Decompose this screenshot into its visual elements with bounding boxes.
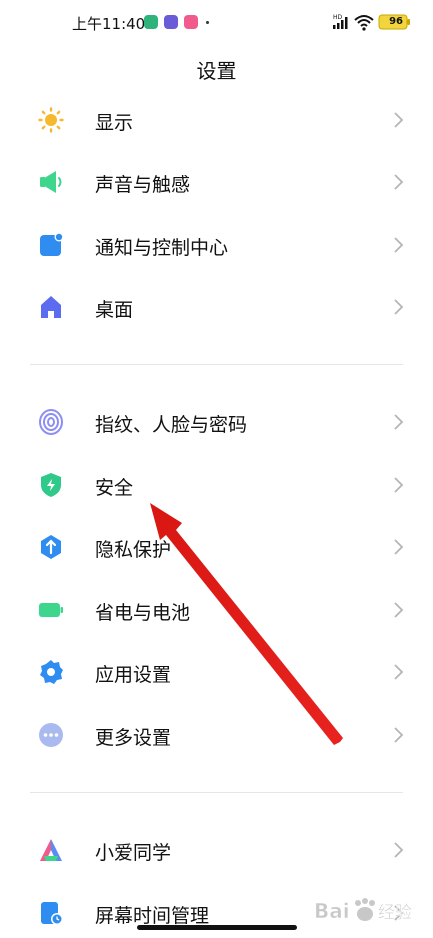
chevron-right-icon [394, 477, 404, 493]
chevron-right-icon [394, 842, 404, 858]
more-notifications-dot [206, 21, 209, 24]
settings-item-label: 省电与电池 [95, 602, 191, 624]
chevron-right-icon [394, 664, 404, 680]
status-time: 上午11:40 [72, 15, 146, 33]
settings-item-label: 小爱同学 [95, 842, 172, 864]
chevron-right-icon [394, 727, 404, 743]
svg-text:HD: HD [333, 14, 343, 21]
settings-item-more-settings[interactable]: 更多设置 [0, 706, 433, 764]
notification-app-icon [164, 15, 178, 29]
notification-app-icon [144, 15, 158, 29]
chevron-right-icon [394, 414, 404, 430]
speaker-icon [40, 171, 62, 193]
chevron-right-icon [394, 174, 404, 190]
settings-item-fingerprint[interactable]: 指纹、人脸与密码 [0, 393, 433, 451]
settings-item-security[interactable]: 安全 [0, 456, 433, 514]
section-divider [30, 792, 403, 793]
notification-app-icon [184, 15, 198, 29]
settings-item-desktop[interactable]: 桌面 [0, 278, 433, 336]
status-bar: 上午11:40 HD 96 [0, 0, 433, 44]
battery-icon [39, 603, 63, 617]
settings-item-label: 屏幕时间管理 [95, 905, 210, 927]
page-title: 设置 [196, 59, 237, 83]
settings-item-label: 通知与控制中心 [95, 237, 229, 259]
watermark-suffix: 经验 [378, 903, 412, 923]
chevron-right-icon [394, 112, 404, 128]
wifi-icon [354, 15, 374, 31]
chevron-right-icon [394, 299, 404, 315]
settings-item-battery[interactable]: 省电与电池 [0, 581, 433, 639]
privacy-icon [41, 535, 61, 559]
shield-icon [41, 473, 61, 497]
settings-item-label: 指纹、人脸与密码 [95, 414, 248, 436]
settings-item-privacy[interactable]: 隐私保护 [0, 518, 433, 576]
more-icon [39, 723, 63, 747]
section-divider [30, 364, 403, 365]
home-icon [41, 296, 61, 318]
settings-item-xiaoai[interactable]: 小爱同学 [0, 821, 433, 879]
gear-icon [40, 660, 63, 684]
settings-item-label: 更多设置 [95, 727, 172, 749]
battery-level: 96 [389, 16, 403, 27]
chevron-right-icon [394, 602, 404, 618]
settings-item-label: 声音与触感 [95, 174, 191, 196]
chevron-right-icon [394, 237, 404, 253]
settings-item-label: 隐私保护 [95, 539, 172, 561]
settings-item-notifications[interactable]: 通知与控制中心 [0, 216, 433, 274]
screen-time-icon [41, 902, 63, 925]
sun-icon [38, 107, 64, 133]
watermark-brand: Bai [314, 899, 350, 923]
home-indicator[interactable] [137, 925, 297, 930]
xiaoai-icon [40, 839, 62, 861]
fingerprint-icon [39, 409, 63, 435]
settings-item-label: 应用设置 [95, 664, 172, 686]
settings-item-label: 显示 [95, 112, 134, 134]
baidu-watermark-logo: Bai 经验 [314, 898, 412, 923]
settings-item-app-settings[interactable]: 应用设置 [0, 643, 433, 701]
settings-item-label: 安全 [95, 477, 134, 499]
settings-item-display[interactable]: 显示 [0, 91, 433, 149]
settings-item-label: 桌面 [95, 299, 134, 321]
notification-icon [40, 232, 64, 256]
signal-icon: HD [333, 14, 348, 29]
settings-item-sound[interactable]: 声音与触感 [0, 153, 433, 211]
chevron-right-icon [394, 539, 404, 555]
